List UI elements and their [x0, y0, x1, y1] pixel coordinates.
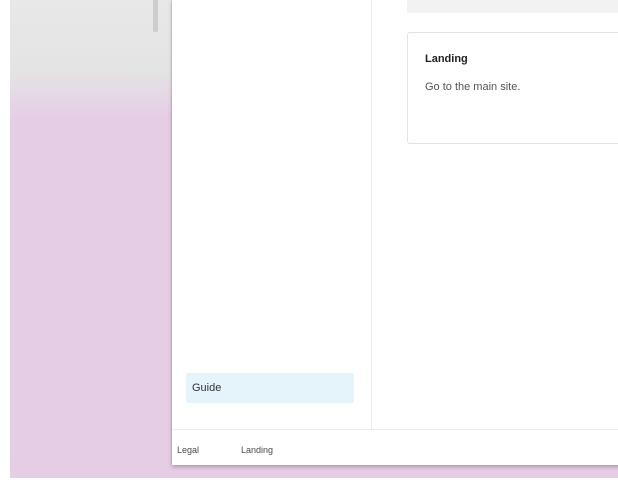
desktop-background: Guide Landing Go to the main site. Legal… — [10, 0, 618, 478]
footer: Legal Landing — [172, 429, 618, 465]
sidebar: Guide — [172, 0, 372, 429]
main-content: Landing Go to the main site. — [372, 0, 618, 429]
card-title: Landing — [425, 53, 468, 65]
sidebar-item-guide[interactable]: Guide — [186, 373, 354, 403]
desktop-scrollbar-handle[interactable] — [153, 0, 158, 32]
footer-link-landing[interactable]: Landing — [241, 445, 273, 455]
landing-card[interactable]: Landing Go to the main site. — [407, 32, 618, 144]
app-window: Guide Landing Go to the main site. Legal… — [172, 0, 618, 465]
card-partial-top — [407, 0, 618, 13]
sidebar-item-label: Guide — [192, 382, 222, 394]
card-description: Go to the main site. — [425, 81, 521, 93]
footer-link-legal[interactable]: Legal — [177, 445, 199, 455]
